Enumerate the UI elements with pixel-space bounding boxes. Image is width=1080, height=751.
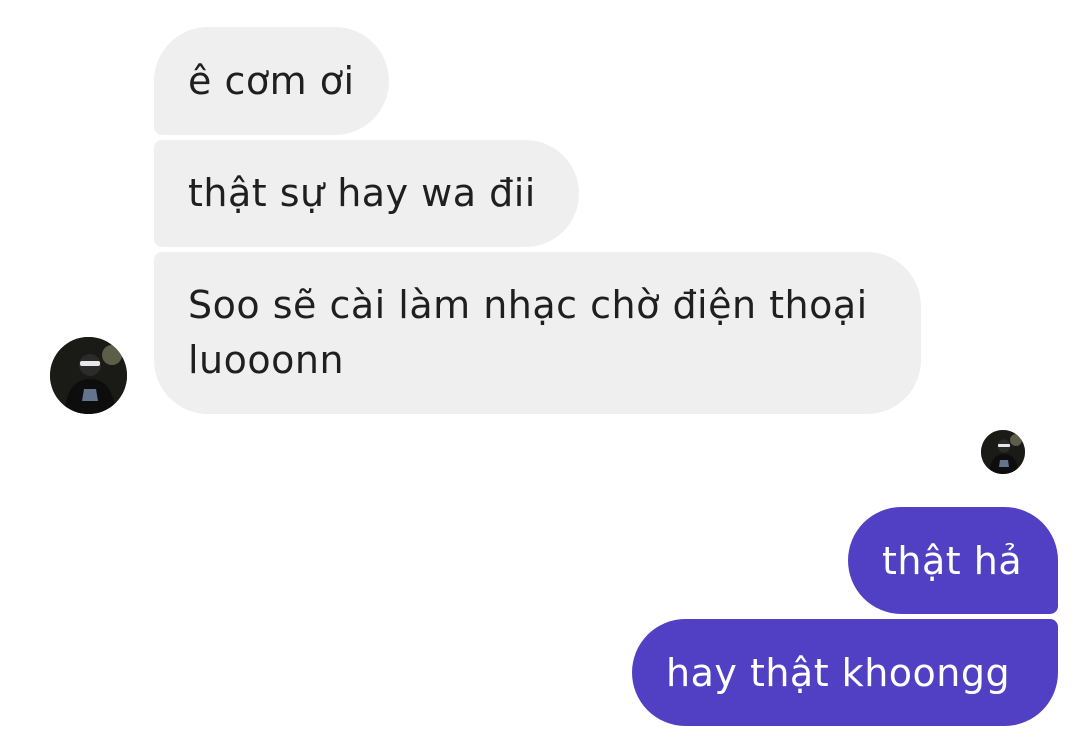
contact-avatar-icon[interactable] [50, 337, 127, 414]
outgoing-message[interactable]: thật hả [848, 507, 1058, 614]
incoming-message[interactable]: Soo sẽ cài làm nhạc chờ điện thoại luooo… [154, 252, 921, 414]
outgoing-message[interactable]: hay thật khoongg [632, 619, 1058, 726]
person-silhouette-icon [50, 337, 127, 414]
person-silhouette-icon [981, 430, 1025, 474]
seen-avatar-icon [981, 430, 1025, 474]
incoming-message[interactable]: ê cơm ơi [154, 27, 389, 135]
incoming-message[interactable]: thật sự hay wa đii [154, 140, 579, 247]
